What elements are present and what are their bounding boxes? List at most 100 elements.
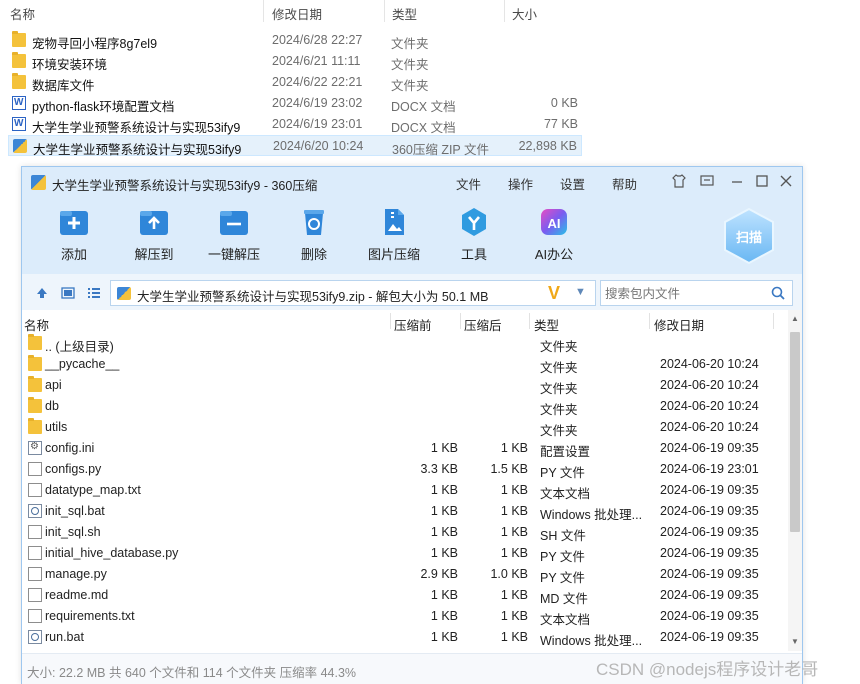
explorer-row-name: 宠物寻回小程序8g7el9	[32, 37, 158, 51]
archive-path-field[interactable]: 大学生学业预警系统设计与实现53ify9.zip - 解包大小为 50.1 MB…	[110, 280, 596, 306]
image-compress-button[interactable]: 图片压缩	[356, 203, 432, 263]
menu-file[interactable]: 文件	[456, 174, 481, 193]
archive-row-type: 文件夹	[540, 403, 578, 417]
archive-row-type: PY 文件	[540, 571, 585, 585]
archive-row-before: 3.3 KB	[420, 462, 458, 476]
file-icon	[28, 483, 42, 497]
archive-row-after: 1 KB	[500, 546, 528, 560]
archive-row[interactable]: api 文件夹 2024-06-20 10:24	[22, 375, 788, 396]
one-click-extract-button[interactable]: 一键解压	[196, 203, 272, 263]
explorer-row[interactable]: 宠物寻回小程序8g7el9 2024/6/28 22:27 文件夹	[8, 30, 582, 51]
archive-row-name: api	[45, 378, 62, 392]
folder-icon	[28, 397, 42, 413]
archive-row-type: Windows 批处理...	[540, 508, 643, 522]
add-button[interactable]: 添加	[36, 203, 112, 263]
archive-row-date: 2024-06-19 09:35	[660, 504, 759, 518]
add-icon	[60, 211, 88, 235]
explorer-row[interactable]: python-flask环境配置文档 2024/6/19 23:02 DOCX 文档…	[8, 93, 582, 114]
explorer-row[interactable]: 大学生学业预警系统设计与实现53ify9 2024/6/20 10:24 360压缩…	[8, 135, 582, 157]
archive-row[interactable]: configs.py 3.3 KB 1.5 KB PY 文件 2024-06-19 23…	[22, 459, 788, 480]
explorer-col-name[interactable]: 名称	[10, 4, 35, 23]
col-name[interactable]: 名称	[24, 315, 49, 334]
explorer-col-date[interactable]: 修改日期	[272, 4, 322, 23]
explorer-row[interactable]: 数据库文件 2024/6/22 22:21 文件夹	[8, 72, 582, 93]
explorer-row-date: 2024/6/28 22:27	[272, 33, 363, 47]
close-icon[interactable]	[777, 173, 795, 191]
status-text: 大小: 22.2 MB 共 640 个文件和 114 个文件夹 压缩率 44.3…	[27, 666, 357, 680]
archive-row-name: init_sql.bat	[45, 504, 105, 518]
vertical-scrollbar[interactable]: ▲ ▼	[788, 310, 802, 651]
archive-row-type: PY 文件	[540, 466, 585, 480]
explorer-row-type: DOCX 文档	[391, 121, 456, 135]
file-icon	[28, 462, 42, 476]
explorer-col-type[interactable]: 类型	[392, 4, 417, 23]
archive-row-type: 文本文档	[540, 487, 591, 501]
archive-row[interactable]: initial_hive_database.py 1 KB 1 KB PY 文件 202…	[22, 543, 788, 564]
archive-row[interactable]: run.bat 1 KB 1 KB Windows 批处理... 2024-06-19 …	[22, 627, 788, 648]
tools-icon	[462, 208, 486, 236]
archive-row[interactable]: utils 文件夹 2024-06-20 10:24	[22, 417, 788, 438]
ai-office-button[interactable]: AI AI办公	[516, 203, 592, 263]
zip-window: 大学生学业预警系统设计与实现53ify9 - 360压缩 文件 操作 设置 帮助…	[21, 166, 803, 684]
maximize-icon[interactable]	[753, 173, 771, 191]
archive-row[interactable]: init_sql.bat 1 KB 1 KB Windows 批处理... 2024-0…	[22, 501, 788, 522]
file-icon	[28, 588, 42, 602]
minimize-icon[interactable]	[728, 173, 746, 191]
delete-button[interactable]: 删除	[276, 203, 352, 263]
search-box	[600, 280, 793, 306]
archive-row[interactable]: __pycache__ 文件夹 2024-06-20 10:24	[22, 354, 788, 375]
archive-row[interactable]: readme.md 1 KB 1 KB MD 文件 2024-06-19 09:35	[22, 585, 788, 606]
menu-help[interactable]: 帮助	[612, 174, 637, 193]
address-bar: 大学生学业预警系统设计与实现53ify9.zip - 解包大小为 50.1 MB…	[22, 274, 802, 310]
feedback-icon[interactable]	[698, 173, 716, 191]
v-brand-icon[interactable]: V	[548, 283, 560, 304]
explorer-row-date: 2024/6/19 23:02	[272, 96, 363, 110]
explorer-row[interactable]: 大学生学业预警系统设计与实现53ify9 2024/6/19 23:01 DOCX …	[8, 114, 582, 135]
archive-row-type: 文件夹	[540, 424, 578, 438]
archive-row[interactable]: manage.py 2.9 KB 1.0 KB PY 文件 2024-06-19 09:…	[22, 564, 788, 585]
archive-row[interactable]: requirements.txt 1 KB 1 KB 文本文档 2024-06-19 0…	[22, 606, 788, 627]
archive-row-after: 1 KB	[500, 483, 528, 497]
archive-row-date: 2024-06-19 09:35	[660, 441, 759, 455]
list-view-icon[interactable]	[86, 285, 102, 301]
window-title: 大学生学业预警系统设计与实现53ify9 - 360压缩	[52, 179, 318, 193]
scroll-up-icon[interactable]: ▲	[788, 312, 802, 326]
tools-button[interactable]: 工具	[436, 203, 512, 263]
file-icon	[28, 525, 42, 539]
search-input[interactable]	[603, 284, 767, 304]
archive-row-type: Windows 批处理...	[540, 634, 643, 648]
archive-row-date: 2024-06-19 09:35	[660, 630, 759, 644]
extract-to-button[interactable]: 解压到	[116, 203, 192, 263]
thumbnail-view-icon[interactable]	[60, 285, 76, 301]
one-click-extract-icon	[220, 211, 248, 235]
archive-row-date: 2024-06-19 09:35	[660, 483, 759, 497]
col-after-size[interactable]: 压缩后	[464, 315, 502, 334]
scroll-thumb[interactable]	[790, 332, 800, 532]
col-date[interactable]: 修改日期	[654, 315, 704, 334]
archive-row[interactable]: init_sql.sh 1 KB 1 KB SH 文件 2024-06-19 09:35	[22, 522, 788, 543]
archive-row[interactable]: config.ini 1 KB 1 KB 配置设置 2024-06-19 09:35	[22, 438, 788, 459]
batch-file-icon	[28, 630, 42, 644]
shirt-skin-icon[interactable]	[670, 173, 688, 191]
extract-to-icon	[140, 211, 168, 235]
explorer-row[interactable]: 环境安装环境 2024/6/21 11:11 文件夹	[8, 51, 582, 72]
up-arrow-icon[interactable]	[34, 285, 50, 301]
archive-row-before: 1 KB	[430, 441, 458, 455]
col-type[interactable]: 类型	[534, 315, 559, 334]
path-dropdown-icon[interactable]: ▼	[575, 286, 586, 298]
docx-icon	[12, 117, 26, 131]
archive-row[interactable]: .. (上级目录) 文件夹	[22, 333, 788, 354]
menu-operate[interactable]: 操作	[508, 174, 533, 193]
archive-row-before: 1 KB	[430, 525, 458, 539]
window-topbar: 大学生学业预警系统设计与实现53ify9 - 360压缩 文件 操作 设置 帮助…	[22, 167, 802, 274]
col-before-size[interactable]: 压缩前	[394, 315, 432, 334]
archive-row[interactable]: datatype_map.txt 1 KB 1 KB 文本文档 2024-06-19 0…	[22, 480, 788, 501]
search-icon[interactable]	[770, 285, 786, 301]
archive-row-type: SH 文件	[540, 529, 586, 543]
scroll-down-icon[interactable]: ▼	[788, 635, 802, 649]
explorer-col-size[interactable]: 大小	[512, 4, 537, 23]
archive-row[interactable]: db 文件夹 2024-06-20 10:24	[22, 396, 788, 417]
archive-file-list: .. (上级目录) 文件夹 __pycache__ 文件夹 2024-06-20 10:…	[22, 333, 788, 651]
menu-settings[interactable]: 设置	[560, 174, 585, 193]
scan-button[interactable]: 扫描	[722, 207, 776, 265]
